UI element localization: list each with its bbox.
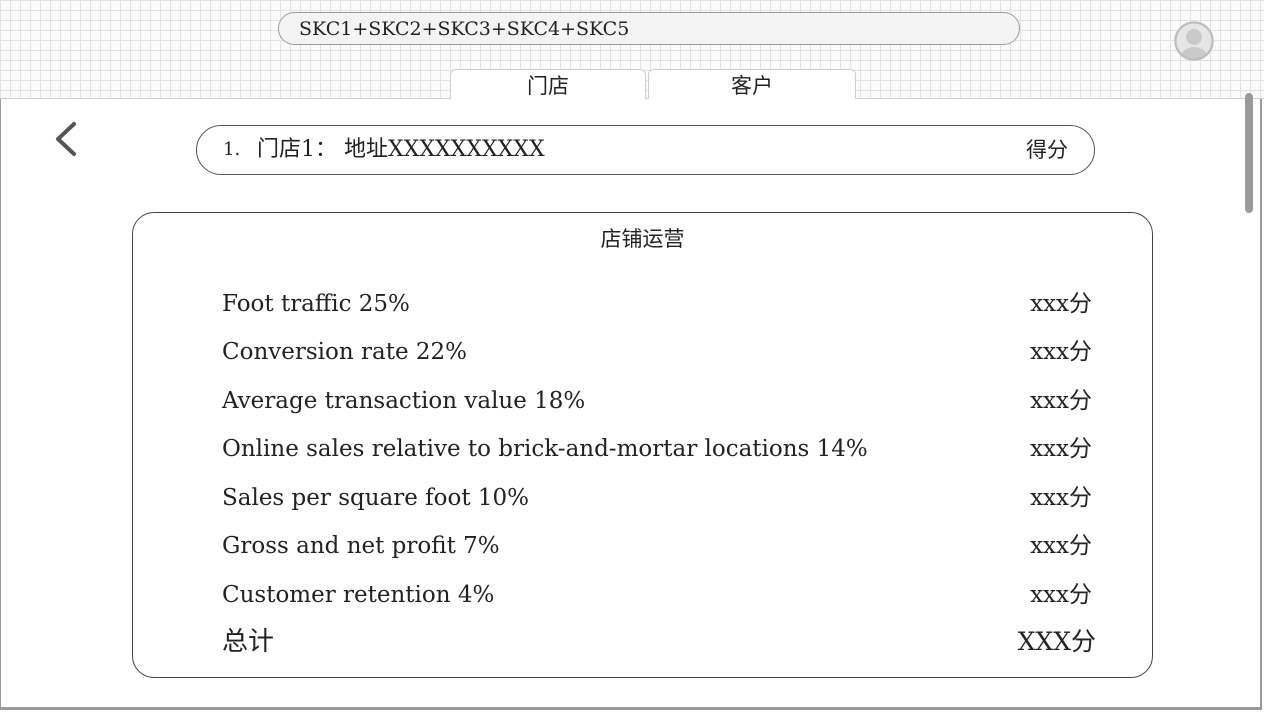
tab-customers[interactable]: 客户: [648, 69, 856, 99]
store-name: 门店1： 地址XXXXXXXXXX: [257, 137, 545, 162]
store-header[interactable]: 1. 门店1： 地址XXXXXXXXXX 得分: [196, 125, 1095, 175]
metric-score: xxx分: [1030, 436, 1092, 462]
metric-score: xxx分: [1030, 533, 1092, 559]
card-title: 店铺运营: [600, 227, 685, 251]
search-input[interactable]: SKC1+SKC2+SKC3+SKC4+SKC5: [278, 12, 1020, 45]
metric-label: Online sales relative to brick-and-morta…: [222, 436, 868, 462]
metric-label: Conversion rate 22%: [222, 339, 467, 365]
metric-row: Conversion rate 22% xxx分: [222, 334, 1092, 370]
header: SKC1+SKC2+SKC3+SKC4+SKC5 门店 客户: [0, 0, 1264, 99]
metric-score: xxx分: [1030, 485, 1092, 511]
metric-row: Customer retention 4% xxx分: [222, 577, 1092, 613]
metric-score: xxx分: [1030, 388, 1092, 414]
metric-row: Foot traffic 25% xxx分: [222, 286, 1092, 322]
metric-row: Gross and net profit 7% xxx分: [222, 528, 1092, 564]
metric-row: Sales per square foot 10% xxx分: [222, 480, 1092, 516]
metric-label: Sales per square foot 10%: [222, 485, 530, 511]
score-label: 得分: [1026, 138, 1068, 162]
metric-label: Average transaction value 18%: [222, 388, 586, 414]
total-score: XXX分: [1017, 627, 1096, 656]
metric-row: Average transaction value 18% xxx分: [222, 383, 1092, 419]
user-avatar-icon[interactable]: [1174, 21, 1214, 61]
total-row: 总计 XXX分: [222, 624, 1096, 660]
store-index: 1.: [223, 139, 241, 160]
metric-score: xxx分: [1030, 291, 1092, 317]
tab-stores[interactable]: 门店: [450, 69, 646, 99]
metric-score: xxx分: [1030, 582, 1092, 608]
metric-row: Online sales relative to brick-and-morta…: [222, 431, 1092, 467]
chevron-left-icon[interactable]: [50, 118, 84, 160]
store-operations-card: 店铺运营 Foot traffic 25% xxx分 Conversion ra…: [132, 212, 1153, 678]
metric-label: Customer retention 4%: [222, 582, 495, 608]
metric-score: xxx分: [1030, 339, 1092, 365]
metric-label: Foot traffic 25%: [222, 291, 410, 317]
metric-label: Gross and net profit 7%: [222, 533, 500, 559]
vertical-scrollbar[interactable]: [1245, 93, 1253, 213]
total-label: 总计: [222, 627, 275, 657]
